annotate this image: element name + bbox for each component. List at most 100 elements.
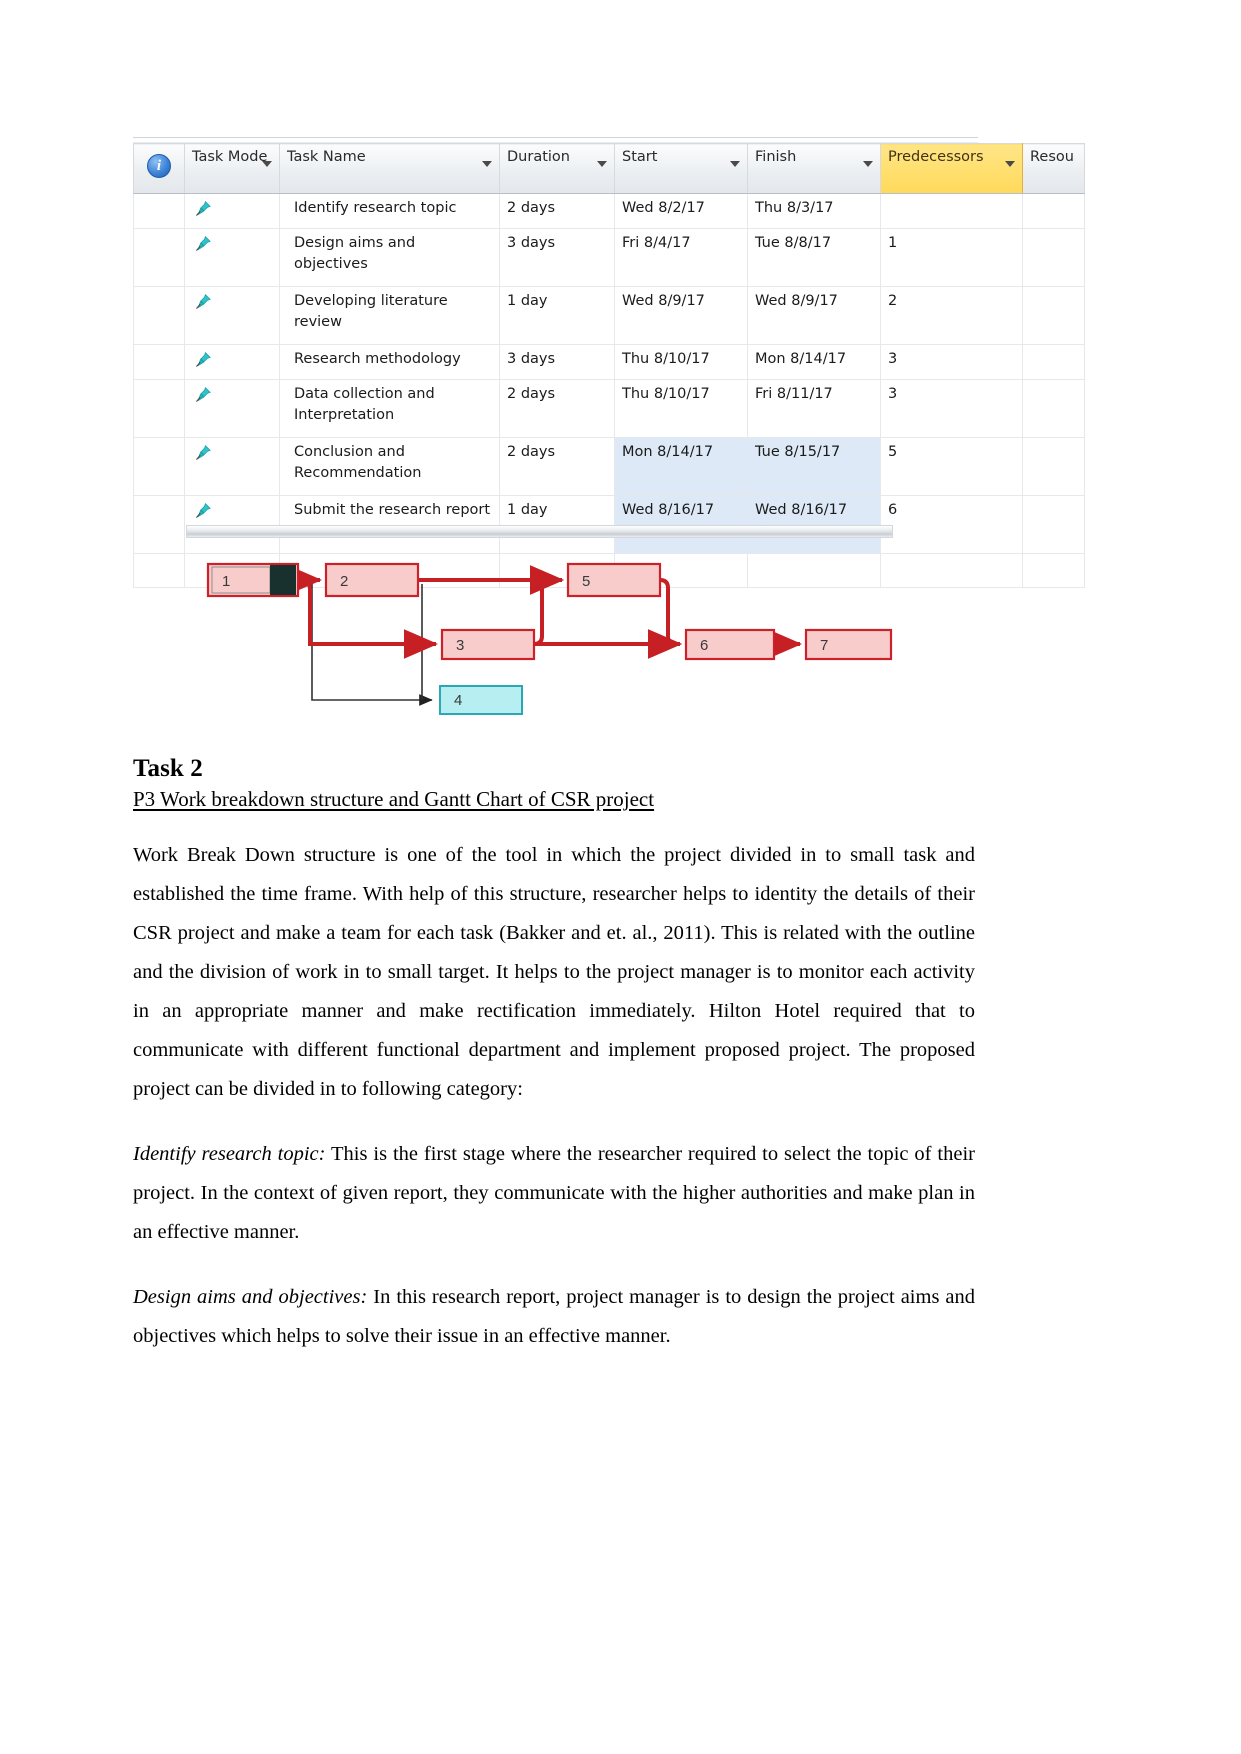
row-finish-cell[interactable]: Mon 8/14/17	[747, 344, 881, 380]
network-diagram-canvas[interactable]: 1 2 5 3 6 7 4	[186, 538, 896, 723]
row-finish-cell[interactable]: Wed 8/9/17	[747, 286, 881, 345]
row-predecessors-cell[interactable]: 5	[880, 437, 1023, 496]
pin-icon	[196, 386, 211, 402]
section-subheading: P3 Work breakdown structure and Gantt Ch…	[133, 787, 655, 811]
row-resources-cell[interactable]	[1022, 553, 1085, 588]
row-finish-cell[interactable]: Tue 8/8/17	[747, 228, 881, 287]
chevron-down-icon[interactable]	[730, 161, 740, 167]
row-info-cell[interactable]	[133, 379, 185, 438]
row-info-cell[interactable]	[133, 193, 185, 229]
table-row[interactable]: Design aims and objectives 3 days Fri 8/…	[133, 228, 1085, 287]
row-resources-cell[interactable]	[1022, 193, 1085, 229]
row-task-mode-cell[interactable]	[184, 344, 280, 380]
row-start-cell[interactable]: Fri 8/4/17	[614, 228, 748, 287]
row-start-cell[interactable]: Thu 8/10/17	[614, 379, 748, 438]
pin-icon	[196, 293, 211, 309]
node-2[interactable]: 2	[324, 562, 420, 598]
column-header-predecessors-label: Predecessors	[888, 149, 984, 165]
node-6-label: 6	[700, 637, 708, 654]
paragraph-design-aims: Design aims and objectives: In this rese…	[133, 1278, 975, 1356]
chevron-down-icon[interactable]	[597, 161, 607, 167]
row-predecessors-cell[interactable]: 6	[880, 495, 1023, 554]
row-predecessors-cell[interactable]	[880, 193, 1023, 229]
column-header-start[interactable]: Start	[614, 143, 748, 194]
chevron-down-icon[interactable]	[262, 161, 272, 167]
row-resources-cell[interactable]	[1022, 286, 1085, 345]
row-finish-cell[interactable]: Fri 8/11/17	[747, 379, 881, 438]
node-6[interactable]: 6	[684, 628, 776, 661]
row-predecessors-cell[interactable]: 2	[880, 286, 1023, 345]
node-5-label: 5	[582, 573, 590, 590]
row-duration-cell[interactable]: 2 days	[499, 379, 615, 438]
paragraph-lead-design-aims: Design aims and objectives:	[133, 1286, 368, 1308]
row-start-cell[interactable]: Wed 8/9/17	[614, 286, 748, 345]
row-predecessors-cell[interactable]: 3	[880, 344, 1023, 380]
row-resources-cell[interactable]	[1022, 495, 1085, 554]
column-header-task-mode[interactable]: Task Mode	[184, 143, 280, 194]
column-header-duration[interactable]: Duration	[499, 143, 615, 194]
row-resources-cell[interactable]	[1022, 437, 1085, 496]
row-info-cell[interactable]	[133, 437, 185, 496]
table-row[interactable]: Conclusion and Recommendation 2 days Mon…	[133, 437, 1085, 496]
row-duration-cell[interactable]: 2 days	[499, 193, 615, 229]
row-duration-cell[interactable]: 3 days	[499, 344, 615, 380]
network-diagram[interactable]: 1 2 5 3 6 7 4	[186, 520, 896, 720]
row-finish-cell[interactable]: Thu 8/3/17	[747, 193, 881, 229]
column-header-finish[interactable]: Finish	[747, 143, 881, 194]
row-resources-cell[interactable]	[1022, 344, 1085, 380]
row-finish-cell[interactable]: Tue 8/15/17	[747, 437, 881, 496]
table-row[interactable]: Research methodology 3 days Thu 8/10/17 …	[133, 344, 1085, 380]
chevron-down-icon[interactable]	[863, 161, 873, 167]
row-start-cell[interactable]: Wed 8/2/17	[614, 193, 748, 229]
row-task-mode-cell[interactable]	[184, 286, 280, 345]
row-duration-cell[interactable]: 2 days	[499, 437, 615, 496]
row-duration-cell[interactable]: 3 days	[499, 228, 615, 287]
node-3[interactable]: 3	[440, 628, 536, 661]
row-duration-cell[interactable]: 1 day	[499, 286, 615, 345]
row-task-name-cell[interactable]: Identify research topic	[279, 193, 500, 229]
node-5[interactable]: 5	[566, 562, 662, 598]
row-predecessors-cell[interactable]	[880, 553, 1023, 588]
pin-icon	[196, 502, 211, 518]
row-info-cell[interactable]	[133, 495, 185, 554]
row-info-cell[interactable]	[133, 286, 185, 345]
node-1[interactable]: 1	[206, 562, 300, 598]
node-4[interactable]: 4	[439, 685, 523, 715]
table-row[interactable]: Data collection and Interpretation 2 day…	[133, 379, 1085, 438]
row-task-mode-cell[interactable]	[184, 379, 280, 438]
link-3-to-5	[530, 565, 564, 646]
row-info-cell[interactable]	[133, 344, 185, 380]
table-row[interactable]: Developing literature review 1 day Wed 8…	[133, 286, 1085, 345]
row-task-mode-cell[interactable]	[184, 437, 280, 496]
chevron-down-icon[interactable]	[482, 161, 492, 167]
column-header-task-name[interactable]: Task Name	[279, 143, 500, 194]
row-task-mode-cell[interactable]	[184, 228, 280, 287]
link-5-to-6	[648, 578, 682, 659]
node-7[interactable]: 7	[804, 628, 893, 661]
row-task-name-cell[interactable]: Conclusion and Recommendation	[279, 437, 500, 496]
column-header-predecessors[interactable]: Predecessors	[880, 143, 1023, 194]
row-info-cell[interactable]	[133, 228, 185, 287]
table-row[interactable]: Identify research topic 2 days Wed 8/2/1…	[133, 193, 1085, 229]
row-task-name-cell[interactable]: Developing literature review	[279, 286, 500, 345]
row-task-name-cell[interactable]: Design aims and objectives	[279, 228, 500, 287]
page-title: Task 2	[133, 755, 203, 782]
column-header-resources-label: Resou	[1030, 149, 1074, 165]
column-header-duration-label: Duration	[507, 149, 570, 165]
row-predecessors-cell[interactable]: 1	[880, 228, 1023, 287]
column-header-start-label: Start	[622, 149, 658, 165]
row-start-cell[interactable]: Thu 8/10/17	[614, 344, 748, 380]
column-header-resources[interactable]: Resou	[1022, 143, 1085, 194]
row-start-cell[interactable]: Mon 8/14/17	[614, 437, 748, 496]
link-group-noncritical	[304, 581, 433, 706]
row-info-cell[interactable]	[133, 553, 185, 588]
column-header-info[interactable]: i	[133, 143, 185, 194]
row-predecessors-cell[interactable]: 3	[880, 379, 1023, 438]
chevron-down-icon[interactable]	[1005, 161, 1015, 167]
row-task-mode-cell[interactable]	[184, 193, 280, 229]
diagram-scrollbar-track[interactable]	[186, 525, 893, 538]
row-task-name-cell[interactable]: Research methodology	[279, 344, 500, 380]
row-resources-cell[interactable]	[1022, 379, 1085, 438]
row-resources-cell[interactable]	[1022, 228, 1085, 287]
row-task-name-cell[interactable]: Data collection and Interpretation	[279, 379, 500, 438]
